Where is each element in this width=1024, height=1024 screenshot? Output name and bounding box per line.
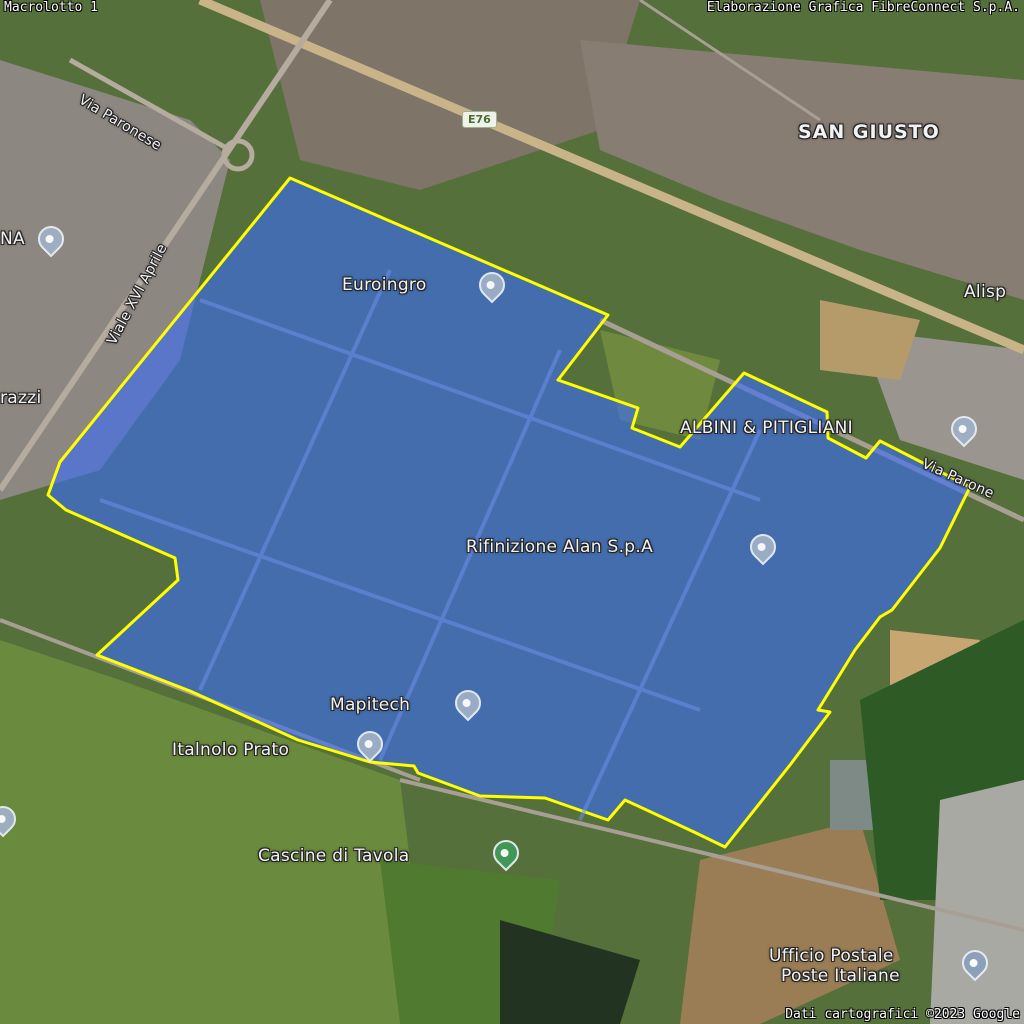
label-na: NA xyxy=(0,229,25,249)
label-alisp: Alisp xyxy=(964,282,1007,302)
label-ufficio-postale: Ufficio Postale xyxy=(769,946,894,966)
label-cascine-di-tavola: Cascine di Tavola xyxy=(258,846,410,866)
label-san-giusto: SAN GIUSTO xyxy=(798,121,940,143)
label-italnolo-prato: Italnolo Prato xyxy=(172,740,290,760)
road-shield-e76: E76 xyxy=(462,111,497,128)
label-mapitech: Mapitech xyxy=(330,695,411,715)
label-rifinizione-alan: Rifinizione Alan S.p.A xyxy=(466,537,653,557)
urban-southeast xyxy=(930,780,1024,1024)
label-poste-italiane: Poste Italiane xyxy=(781,966,900,986)
map-title: Macrolotto 1 xyxy=(4,0,98,15)
map-attribution: Dati cartografici ©2023 Google xyxy=(785,1007,1020,1022)
label-euroingro: Euroingro xyxy=(342,275,427,295)
label-razzi: razzi xyxy=(0,388,42,408)
satellite-map[interactable]: Macrolotto 1 Elaborazione Grafica FibreC… xyxy=(0,0,1024,1024)
map-imagery xyxy=(0,0,1024,1024)
map-credit: Elaborazione Grafica FibreConnect S.p.A. xyxy=(706,0,1020,15)
label-albini-pitigliani: ALBINI & PITIGLIANI xyxy=(680,418,853,438)
